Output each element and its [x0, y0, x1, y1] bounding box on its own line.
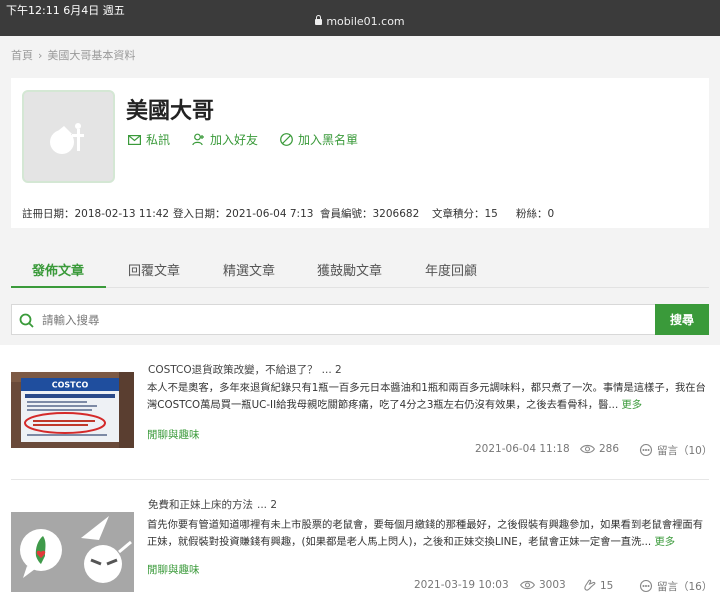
views-count: 3003	[539, 579, 566, 591]
breadcrumb: 首頁 › 美國大哥基本資料	[11, 47, 135, 63]
username: 美國大哥	[126, 99, 215, 124]
comments-count[interactable]: 留言（16）	[657, 579, 712, 594]
breadcrumb-home[interactable]: 首頁	[11, 49, 33, 62]
post-comments[interactable]: 留言（16）	[639, 579, 712, 594]
post-item[interactable]: 免費和正妹上床的方法 ... 2 首先你要有管道知道哪裡有未上市股票的老鼠會，要每…	[0, 480, 720, 613]
post-views: 3003	[520, 579, 566, 591]
mail-icon	[128, 134, 141, 145]
post-title[interactable]: 免費和正妹上床的方法 ... 2	[148, 497, 277, 512]
post-date: 2021-06-04 11:18	[475, 443, 570, 455]
post-item[interactable]: COSTCO COSTCO退貨政策改變，不給退了？ ... 2 本人不是奧客，多年…	[0, 345, 720, 480]
lock-icon	[315, 15, 323, 25]
registered-date: 註冊日期：2018-02-13 11:42	[22, 208, 170, 220]
tab-replies[interactable]: 回覆文章	[128, 260, 180, 279]
avatar	[22, 90, 115, 183]
add-friend-label: 加入好友	[210, 133, 259, 147]
breadcrumb-current[interactable]: 美國大哥基本資料	[47, 49, 135, 62]
breadcrumb-separator: ›	[38, 49, 43, 62]
status-bar: 下午12:11 6月4日 週五 mobile01.com	[0, 0, 720, 36]
eye-icon	[520, 580, 535, 590]
post-title-text[interactable]: 免費和正妹上床的方法	[148, 499, 253, 511]
post-date-text: 2021-03-19 10:03	[414, 579, 509, 591]
article-score: 文章積分：15	[432, 208, 498, 220]
eye-icon	[580, 444, 595, 454]
last-login-date: 登入日期：2021-06-04 7:13	[173, 208, 314, 220]
post-title-text[interactable]: COSTCO退貨政策改變，不給退了？	[148, 364, 318, 376]
post-views: 286	[580, 443, 619, 455]
post-excerpt: 首先你要有管道知道哪裡有未上市股票的老鼠會，要每個月繳錢的那種最好，之後假裝有興…	[147, 517, 709, 551]
post-category-tag[interactable]: 閒聊與趣味	[147, 427, 200, 442]
block-icon	[280, 133, 293, 146]
address-bar[interactable]: mobile01.com	[0, 15, 720, 28]
post-title[interactable]: COSTCO退貨政策改變，不給退了？ ... 2	[148, 362, 342, 377]
post-thumbnail[interactable]	[11, 512, 134, 592]
likes-count[interactable]: 15	[600, 580, 613, 592]
add-friend-button[interactable]: 加入好友	[192, 131, 258, 148]
views-count: 286	[599, 443, 620, 455]
search-button[interactable]: 搜尋	[655, 304, 709, 335]
post-category-tag[interactable]: 閒聊與趣味	[147, 562, 200, 577]
profile-card: 美國大哥 私訊 加入好友 加入黑名單 註冊日期：2018-02-13 11:42…	[11, 78, 709, 228]
profile-stats: 註冊日期：2018-02-13 11:42 登入日期：2021-06-04 7:…	[22, 206, 554, 221]
profile-actions: 私訊 加入好友 加入黑名單	[128, 131, 358, 148]
search-input[interactable]	[42, 305, 642, 334]
add-user-icon	[192, 133, 205, 146]
costco-sign-image: COSTCO	[11, 372, 134, 448]
post-page-count[interactable]: ... 2	[257, 499, 277, 511]
post-likes[interactable]: 15	[584, 579, 613, 592]
message-button[interactable]: 私訊	[128, 131, 170, 148]
page: 首頁 › 美國大哥基本資料 美國大哥 私訊 加入好友 加入黑名單 註冊日期：20…	[0, 36, 720, 613]
post-excerpt: 本人不是奧客，多年來退貨紀錄只有1瓶一百多元日本醬油和1瓶和兩百多元調味料，都只…	[147, 380, 709, 414]
fans-count: 粉絲：0	[516, 208, 555, 220]
tab-featured[interactable]: 精選文章	[223, 260, 275, 279]
post-comments[interactable]: 留言（10）	[639, 443, 712, 458]
default-avatar-icon	[50, 123, 84, 154]
post-thumbnail[interactable]: COSTCO	[11, 372, 134, 448]
tab-encouraged[interactable]: 獲鼓勵文章	[317, 260, 382, 279]
url-text[interactable]: mobile01.com	[326, 15, 404, 28]
comment-icon	[639, 444, 653, 457]
more-link[interactable]: 更多	[622, 399, 643, 411]
post-page-count[interactable]: ... 2	[322, 364, 342, 376]
blacklist-button[interactable]: 加入黑名單	[280, 131, 358, 148]
search-icon	[19, 313, 34, 328]
comments-count[interactable]: 留言（10）	[657, 443, 712, 458]
tab-bar: 發佈文章 回覆文章 精選文章 獲鼓勵文章 年度回顧	[11, 248, 709, 288]
svg-text:COSTCO: COSTCO	[52, 381, 89, 390]
post-date: 2021-03-19 10:03	[414, 579, 509, 591]
tab-annual-review[interactable]: 年度回顧	[425, 260, 477, 279]
message-label: 私訊	[146, 133, 171, 147]
blacklist-label: 加入黑名單	[298, 133, 359, 147]
member-number: 會員編號：3206682	[320, 208, 420, 220]
tab-posts[interactable]: 發佈文章	[32, 260, 84, 279]
post-date-text: 2021-06-04 11:18	[475, 443, 570, 455]
post-excerpt-text: 首先你要有管道知道哪裡有未上市股票的老鼠會，要每個月繳錢的那種最好，之後假裝有興…	[147, 519, 704, 548]
comment-icon	[639, 580, 653, 593]
taiwan-bubble-image	[11, 512, 134, 592]
more-link[interactable]: 更多	[654, 536, 675, 548]
clap-icon	[584, 579, 596, 591]
search-box	[11, 304, 655, 335]
active-tab-indicator	[11, 286, 106, 288]
